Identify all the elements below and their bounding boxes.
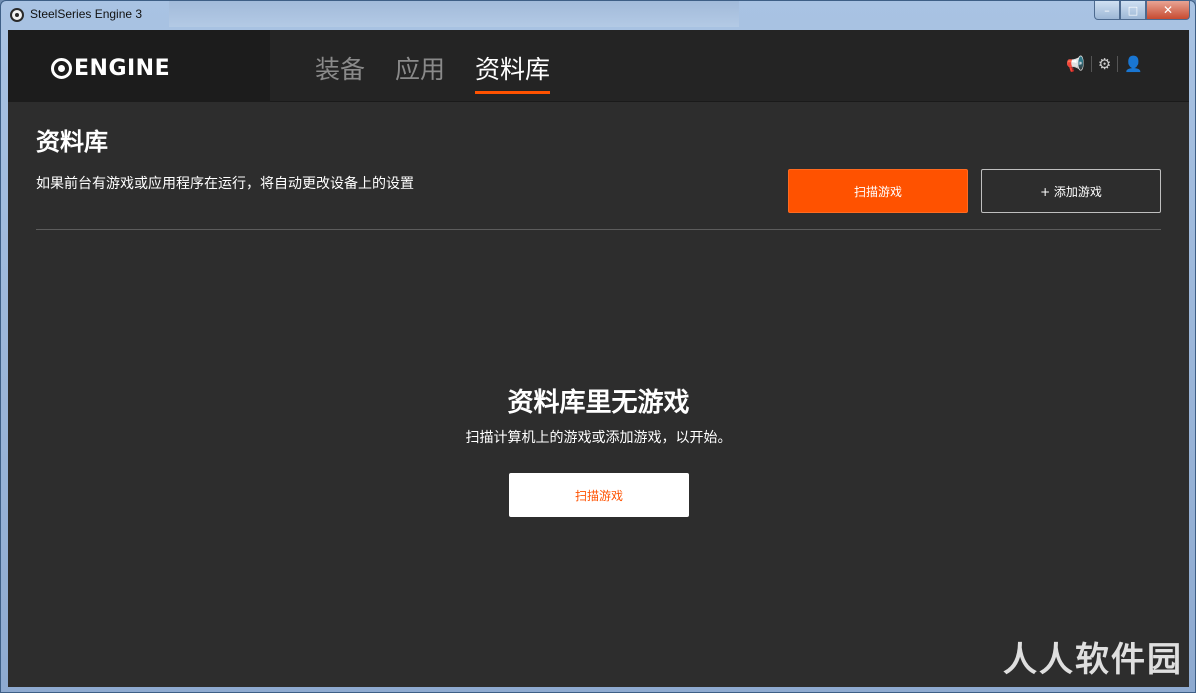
page-description: 如果前台有游戏或应用程序在运行，将自动更改设备上的设置: [36, 176, 414, 192]
add-game-button[interactable]: + 添加游戏: [981, 169, 1161, 213]
steelseries-logo-icon: [51, 58, 72, 79]
logo-text: ENGINE: [74, 56, 171, 81]
window-title: SteelSeries Engine 3: [30, 7, 143, 21]
app-client-area: ENGINE 装备 应用 资料库 📢 ⚙ 👤 资料库 如果前台有游戏或应用程序在…: [8, 30, 1189, 687]
empty-state-subtitle: 扫描计算机上的游戏或添加游戏，以开始。: [465, 430, 732, 446]
title-bar[interactable]: SteelSeries Engine 3 – □ ✕: [1, 1, 1195, 30]
scan-games-button[interactable]: 扫描游戏: [788, 169, 968, 213]
gear-icon[interactable]: ⚙: [1098, 55, 1111, 73]
background-ghost-strip: [169, 1, 739, 27]
app-window: SteelSeries Engine 3 – □ ✕ ENGINE 装备 应用 …: [0, 0, 1196, 693]
minimize-icon: –: [1104, 3, 1110, 17]
section-divider: [36, 229, 1161, 230]
empty-state-scan-button[interactable]: 扫描游戏: [509, 473, 689, 517]
close-button[interactable]: ✕: [1146, 1, 1190, 20]
nav-tab-library[interactable]: 资料库: [475, 50, 551, 94]
nav-tab-devices[interactable]: 装备: [315, 50, 365, 92]
watermark: 人人软件园: [1003, 640, 1183, 680]
maximize-button[interactable]: □: [1120, 1, 1146, 20]
megaphone-icon[interactable]: 📢: [1066, 55, 1085, 73]
icon-separator: [1117, 56, 1119, 72]
user-icon[interactable]: 👤: [1124, 55, 1143, 73]
header-icon-group: 📢 ⚙ 👤: [1066, 55, 1143, 73]
icon-separator: [1090, 56, 1092, 72]
page-title: 资料库: [36, 128, 108, 156]
logo-area[interactable]: ENGINE: [8, 30, 270, 102]
app-header: ENGINE 装备 应用 资料库 📢 ⚙ 👤: [8, 30, 1189, 102]
minimize-button[interactable]: –: [1094, 1, 1120, 20]
main-nav: 装备 应用 资料库: [315, 50, 551, 94]
close-icon: ✕: [1162, 3, 1174, 17]
empty-state-title: 资料库里无游戏: [507, 388, 690, 418]
maximize-icon: □: [1127, 3, 1139, 17]
nav-tab-apps[interactable]: 应用: [395, 50, 445, 92]
caption-buttons: – □ ✕: [1094, 1, 1190, 20]
steelseries-app-icon: [10, 8, 24, 22]
